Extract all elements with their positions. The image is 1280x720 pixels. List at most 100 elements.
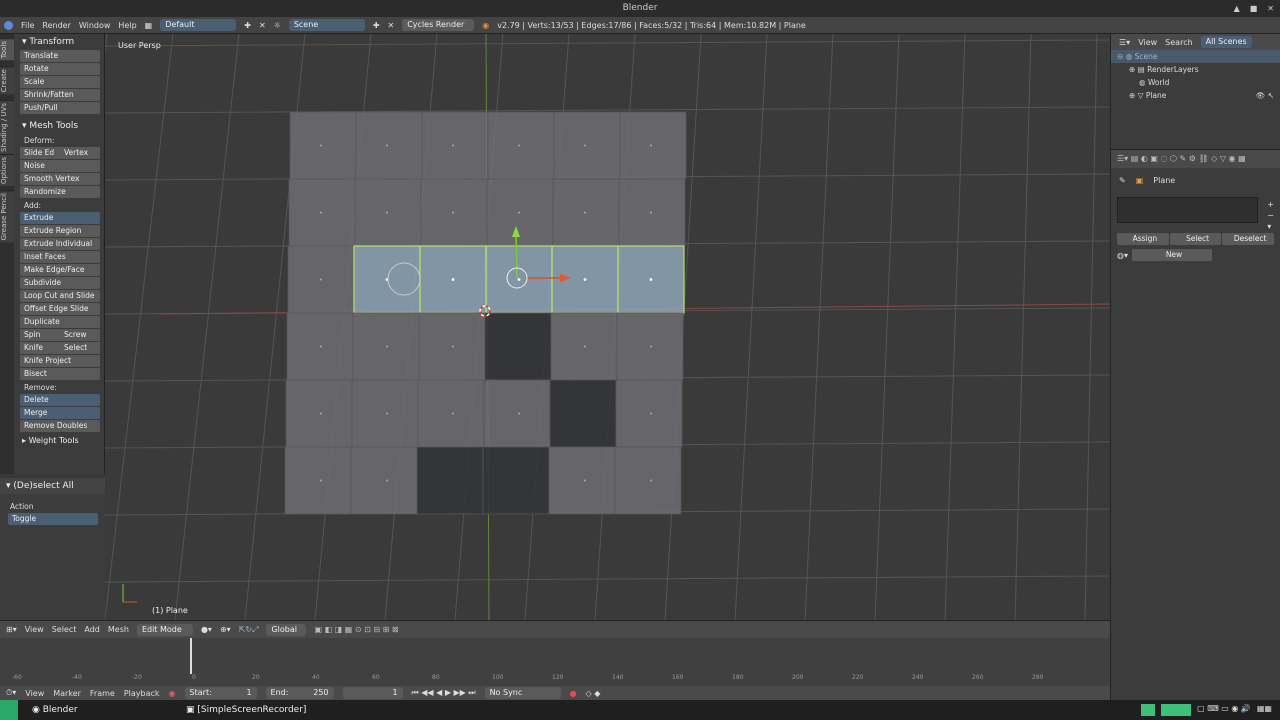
pivot-point-icon[interactable]: ⊕▾ — [220, 625, 231, 634]
properties-context-tabs[interactable]: ☰▾ ▤ ◐ ▣ ◌ ⬡ ✎ ⚙ ⛓ ◇ ▽ ◉ ▦ — [1111, 150, 1280, 168]
spin-button[interactable]: Spin — [20, 329, 60, 341]
timeline-editor-icon[interactable]: ⏱▾ — [6, 688, 16, 698]
screw-button[interactable]: Screw — [60, 329, 100, 341]
extrude-dropdown[interactable]: Extrude — [20, 212, 100, 224]
current-frame-field[interactable]: 1 — [342, 687, 403, 699]
playhead[interactable] — [190, 638, 192, 674]
add-group-icon[interactable]: + — [1267, 200, 1274, 209]
playback-controls-icon[interactable]: ⏮ ◀◀ ◀ ▶ ▶▶ ⏭ — [412, 688, 476, 698]
start-frame-field[interactable]: Start: 1 — [184, 687, 257, 699]
inset-faces-button[interactable]: Inset Faces — [20, 251, 100, 263]
mesh-face[interactable] — [416, 446, 484, 515]
gizmo-y-axis[interactable] — [515, 233, 518, 279]
remove-layout-icon[interactable]: ✕ — [259, 21, 266, 30]
knife-project-button[interactable]: Knife Project — [20, 355, 100, 367]
remove-group-icon[interactable]: − — [1267, 211, 1274, 220]
menu-help[interactable]: Help — [118, 21, 136, 30]
timeline-view-menu[interactable]: View — [25, 689, 44, 698]
select-button[interactable]: Select — [1169, 233, 1222, 245]
tray-app-icon[interactable] — [1141, 704, 1156, 716]
view-menu[interactable]: View — [25, 625, 44, 634]
minimize-icon[interactable]: ▲ — [1234, 0, 1240, 17]
randomize-button[interactable]: Randomize — [20, 186, 100, 198]
3d-viewport[interactable]: User Persp (1) Plane — [105, 34, 1110, 620]
loop-cut-slide-button[interactable]: Loop Cut and Slide — [20, 290, 100, 302]
autokey-icon[interactable]: ● — [570, 689, 577, 698]
editor-type-icon[interactable]: ⊞▾ — [6, 625, 17, 634]
mesh-face[interactable] — [483, 379, 551, 448]
mesh-face[interactable] — [548, 446, 616, 515]
menu-render[interactable]: Render — [42, 21, 70, 30]
menu-down-icon[interactable]: ▾ — [1267, 222, 1274, 231]
scene-selector[interactable]: Scene — [288, 19, 365, 31]
system-tray[interactable]: ▢ ⌨ ▭ ◉ 🔊 ▦▦ — [1141, 704, 1280, 716]
render-engine-select[interactable]: Cycles Render — [402, 19, 475, 31]
mesh-face[interactable] — [615, 379, 683, 448]
transform-panel-header[interactable]: ▾ Transform — [14, 34, 104, 50]
translate-button[interactable]: Translate — [20, 50, 100, 62]
action-select[interactable]: Toggle — [8, 513, 98, 525]
mesh-faces[interactable] — [284, 111, 687, 515]
add-scene-icon[interactable]: ✚ — [373, 21, 380, 30]
info-editor-icon[interactable] — [4, 20, 13, 30]
viewport-shading-icon[interactable]: ●▾ — [201, 625, 212, 634]
slide-vertex-button[interactable]: Vertex — [60, 147, 100, 159]
outliner-view-menu[interactable]: View — [1138, 38, 1157, 47]
deselect-button[interactable]: Deselect — [1222, 233, 1275, 245]
mesh-face[interactable] — [619, 111, 687, 180]
offset-edge-slide-button[interactable]: Offset Edge Slide — [20, 303, 100, 315]
merge-dropdown[interactable]: Merge — [20, 407, 100, 419]
mesh-face[interactable] — [289, 111, 357, 180]
mesh-face[interactable] — [285, 379, 353, 448]
outliner-row-world[interactable]: ◍ World — [1111, 76, 1280, 89]
timeline-marker-menu[interactable]: Marker — [53, 689, 81, 698]
viewport-canvas[interactable] — [105, 34, 1110, 620]
datablock-icon[interactable]: ◍▾ — [1117, 251, 1128, 260]
extrude-region-button[interactable]: Extrude Region — [20, 225, 100, 237]
knife-button[interactable]: Knife — [20, 342, 60, 354]
remove-doubles-button[interactable]: Remove Doubles — [20, 420, 100, 432]
end-frame-field[interactable]: End: 250 — [265, 687, 334, 699]
add-layout-icon[interactable]: ✚ — [244, 21, 251, 30]
push-pull-button[interactable]: Push/Pull — [20, 102, 100, 114]
sync-select[interactable]: No Sync — [484, 687, 561, 699]
mesh-face[interactable] — [482, 446, 550, 515]
subdivide-button[interactable]: Subdivide — [20, 277, 100, 289]
mesh-face[interactable] — [355, 111, 423, 180]
weight-tools-panel-header[interactable]: ▸ Weight Tools — [14, 433, 104, 449]
maximize-icon[interactable]: ■ — [1250, 0, 1258, 17]
manipulator-icons[interactable]: ⇱↻⤢ — [239, 625, 259, 635]
add-menu[interactable]: Add — [84, 625, 100, 634]
keying-set-icons[interactable]: ◇ ◆ — [586, 689, 601, 698]
bisect-button[interactable]: Bisect — [20, 368, 100, 380]
mesh-face[interactable] — [487, 111, 555, 180]
mesh-face[interactable] — [549, 379, 617, 448]
mode-select[interactable]: Edit Mode — [136, 623, 193, 636]
duplicate-button[interactable]: Duplicate — [20, 316, 100, 328]
mesh-face[interactable] — [284, 446, 352, 515]
mesh-face[interactable] — [421, 111, 489, 180]
select-menu[interactable]: Select — [52, 625, 77, 634]
mesh-face[interactable] — [614, 446, 682, 515]
remove-scene-icon[interactable]: ✕ — [388, 21, 395, 30]
mesh-menu[interactable]: Mesh — [108, 625, 129, 634]
mesh-face[interactable] — [484, 312, 552, 381]
scale-button[interactable]: Scale — [20, 76, 100, 88]
mesh-face[interactable] — [351, 379, 419, 448]
tab-shading-uvs[interactable]: Shading / UVs — [0, 100, 14, 154]
outliner-row-plane[interactable]: ⊕ ▽ Plane 👁 ↖ — [1111, 89, 1280, 102]
recording-indicator-icon[interactable] — [1161, 704, 1192, 716]
mesh-tools-panel-header[interactable]: ▾ Mesh Tools — [14, 118, 104, 134]
start-menu-icon[interactable] — [0, 700, 18, 720]
mesh-face[interactable] — [553, 111, 621, 180]
outliner-row-renderlayers[interactable]: ⊕ ▤ RenderLayers — [1111, 63, 1280, 76]
tab-grease-pencil[interactable]: Grease Pencil — [0, 190, 14, 243]
taskbar-item-recorder[interactable]: ▣ [SimpleScreenRecorder] — [180, 705, 330, 715]
tab-options[interactable]: Options — [0, 154, 14, 187]
pin-icon[interactable]: ✎ — [1119, 176, 1126, 185]
make-edge-face-button[interactable]: Make Edge/Face — [20, 264, 100, 276]
orientation-select[interactable]: Global — [266, 623, 307, 636]
tab-tools[interactable]: Tools — [0, 38, 14, 61]
tray-icons[interactable]: ▢ ⌨ ▭ ◉ 🔊 — [1197, 704, 1251, 716]
timeline[interactable]: -60 -40 -20 0 20 40 60 80 100 120 140 160 180 200 220 2… — [0, 638, 1110, 686]
